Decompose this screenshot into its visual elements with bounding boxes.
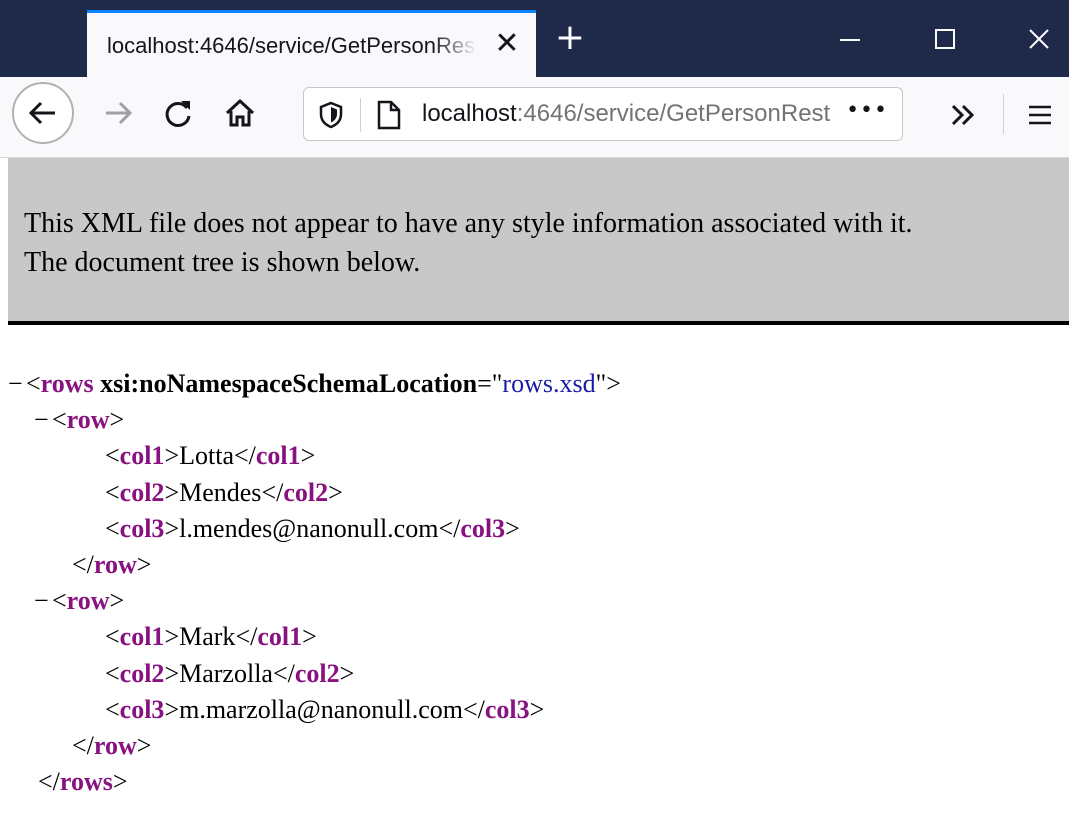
- chevrons-right-icon: [951, 104, 975, 126]
- active-tab[interactable]: localhost:4646/service/GetPersonRest ✕: [87, 10, 536, 77]
- navigation-toolbar: localhost:4646/service/GetPersonRest •••: [0, 77, 1069, 158]
- xml-col-line: <col1>Lotta</col1>: [105, 441, 316, 471]
- xml-row-open: − <row>: [8, 583, 621, 619]
- toolbar-separator: [1003, 94, 1004, 134]
- tab-bar: localhost:4646/service/GetPersonRest ✕ +: [0, 0, 1069, 77]
- page-icon[interactable]: [376, 99, 402, 131]
- app-menu-button[interactable]: [1012, 87, 1068, 143]
- xml-col-line: <col3>l.mendes@nanonull.com</col3>: [105, 513, 520, 543]
- maximize-icon[interactable]: [915, 20, 975, 60]
- toolbar-overflow-button[interactable]: [935, 87, 991, 143]
- home-button[interactable]: [210, 83, 270, 143]
- page-actions-icon[interactable]: •••: [846, 98, 888, 123]
- xml-col-line: <col3>m.marzolla@nanonull.com</col3>: [105, 694, 545, 724]
- page-content: This XML file does not appear to have an…: [8, 158, 1069, 817]
- xml-info-banner: This XML file does not appear to have an…: [8, 158, 1069, 325]
- xml-root-close: </rows>: [38, 767, 128, 797]
- window-close-icon[interactable]: [1009, 20, 1069, 60]
- collapse-toggle-icon[interactable]: −: [8, 366, 26, 402]
- info-line-2: The document tree is shown below.: [24, 247, 421, 278]
- xml-row-open: − <row>: [8, 402, 621, 438]
- xml-col-line: <col1>Mark</col1>: [105, 622, 317, 652]
- forward-arrow-icon: [106, 101, 133, 125]
- home-icon: [225, 98, 255, 127]
- collapse-toggle-icon[interactable]: −: [34, 583, 52, 619]
- xml-root-open: − <rows xsi:noNamespaceSchemaLocation="ro…: [8, 366, 621, 402]
- hamburger-menu-icon: [1029, 105, 1051, 125]
- back-button[interactable]: [12, 82, 74, 144]
- xml-col-line: <col2>Marzolla</col2>: [105, 658, 355, 688]
- xml-row-close: </row>: [72, 730, 152, 760]
- address-bar[interactable]: localhost:4646/service/GetPersonRest •••: [303, 87, 903, 141]
- forward-button[interactable]: [88, 83, 148, 143]
- xml-tree: − <rows xsi:noNamespaceSchemaLocation="ro…: [8, 366, 621, 800]
- collapse-toggle-icon[interactable]: −: [34, 402, 52, 438]
- reload-button[interactable]: [148, 83, 208, 143]
- tracking-shield-icon[interactable]: [318, 101, 344, 129]
- info-line-1: This XML file does not appear to have an…: [24, 208, 913, 239]
- xml-row-close: </row>: [72, 549, 152, 579]
- minimize-icon[interactable]: [820, 20, 880, 60]
- new-tab-icon[interactable]: +: [552, 20, 588, 56]
- back-arrow-icon: [28, 101, 55, 125]
- close-tab-icon[interactable]: ✕: [492, 27, 522, 61]
- reload-icon: [165, 101, 191, 127]
- url-text[interactable]: localhost:4646/service/GetPersonRest: [422, 100, 852, 128]
- tab-title: localhost:4646/service/GetPersonRest: [107, 33, 477, 58]
- xml-col-line: <col2>Mendes</col2>: [105, 477, 343, 507]
